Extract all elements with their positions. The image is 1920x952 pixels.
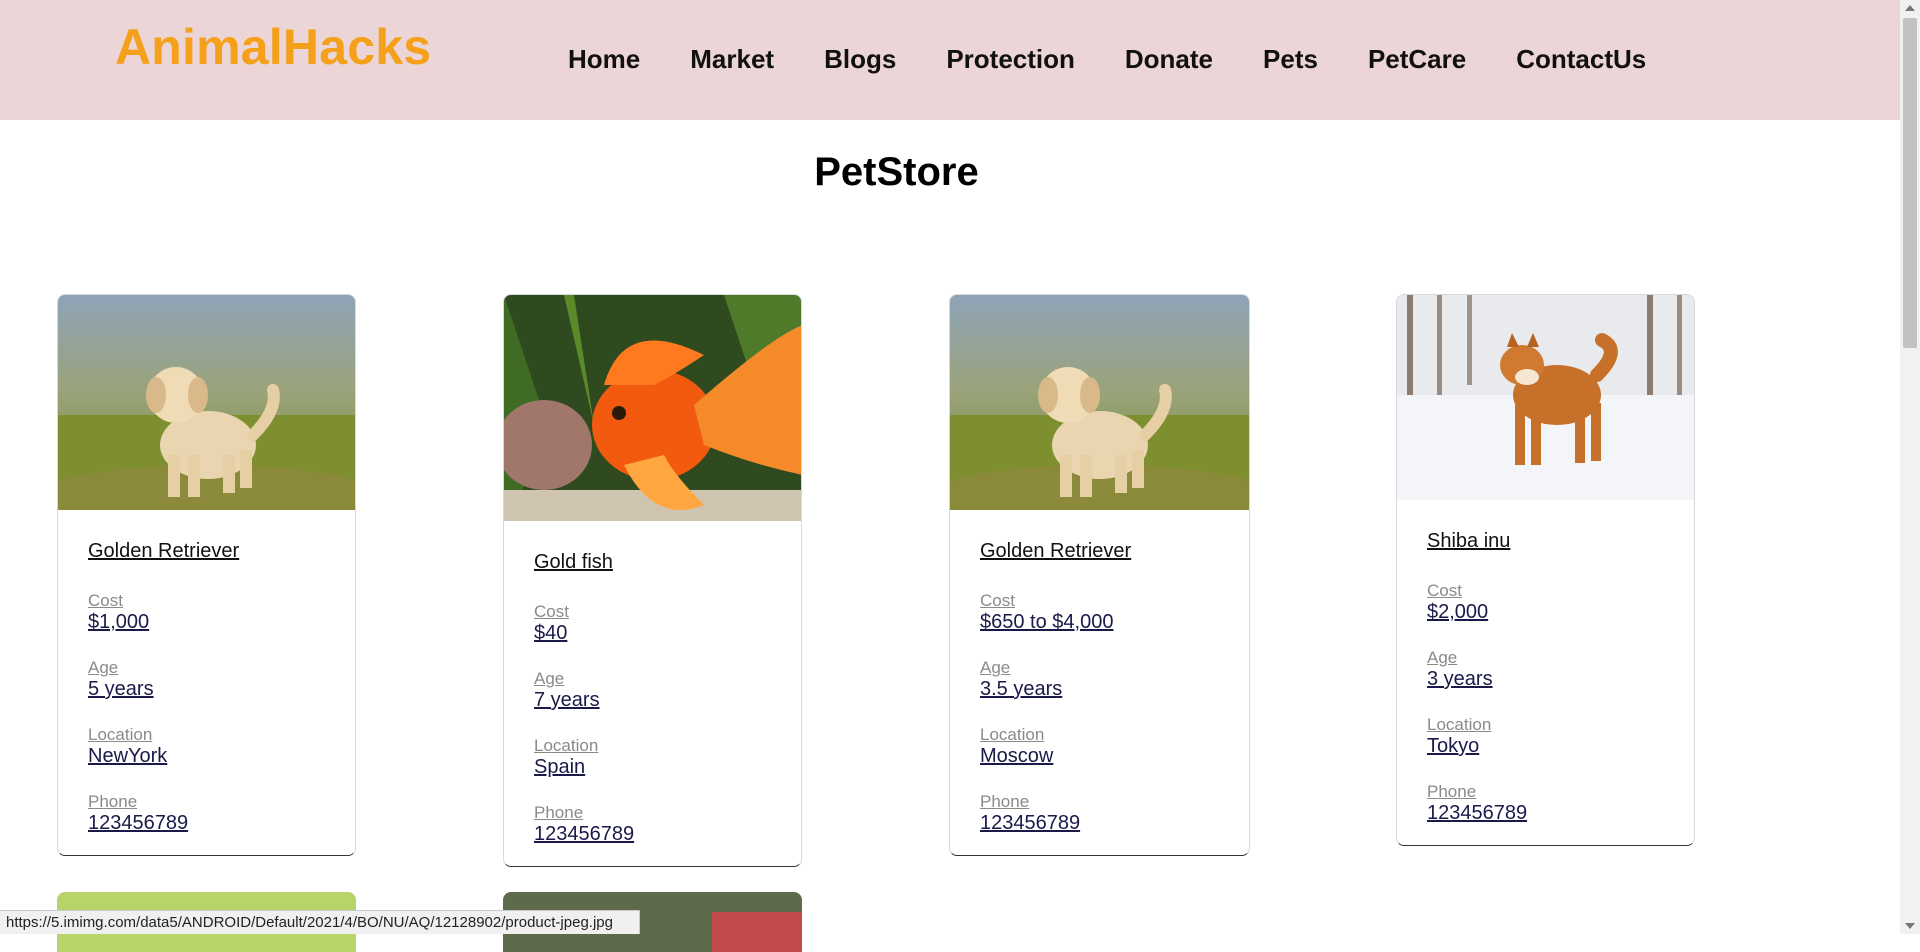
top-navbar: AnimalHacks Home Market Blogs Protection… <box>0 0 1900 120</box>
nav-market[interactable]: Market <box>690 44 774 75</box>
golden-retriever-image[interactable] <box>950 295 1249 510</box>
age-value[interactable]: 5 years <box>88 678 325 701</box>
goldfish-image[interactable] <box>504 295 801 521</box>
pet-name[interactable]: Gold fish <box>534 551 771 574</box>
age-label: Age <box>534 669 565 688</box>
pet-card[interactable]: Shiba inu Cost $2,000 Age 3 years Locati… <box>1396 294 1695 846</box>
pet-name[interactable]: Golden Retriever <box>88 540 325 563</box>
cost-label: Cost <box>980 591 1015 610</box>
location-label: Location <box>88 725 153 744</box>
age-value[interactable]: 3.5 years <box>980 678 1219 701</box>
age-value[interactable]: 3 years <box>1427 668 1664 691</box>
phone-value[interactable]: 123456789 <box>980 812 1219 835</box>
location-value[interactable]: NewYork <box>88 745 325 768</box>
pet-image-partial <box>712 912 802 952</box>
pet-card[interactable]: Gold fish Cost $40 Age 7 years Location … <box>503 294 802 867</box>
cost-label: Cost <box>88 591 123 610</box>
cost-value[interactable]: $40 <box>534 622 771 645</box>
cost-value[interactable]: $2,000 <box>1427 601 1664 624</box>
cost-label: Cost <box>1427 581 1462 600</box>
phone-label: Phone <box>1427 782 1477 801</box>
pet-card[interactable]: Golden Retriever Cost $1,000 Age 5 years… <box>57 294 356 856</box>
phone-value[interactable]: 123456789 <box>534 823 771 846</box>
pet-name[interactable]: Shiba inu <box>1427 530 1664 553</box>
phone-label: Phone <box>980 792 1030 811</box>
phone-value[interactable]: 123456789 <box>88 812 325 835</box>
age-label: Age <box>1427 648 1458 667</box>
pet-card[interactable]: Golden Retriever Cost $650 to $4,000 Age… <box>949 294 1250 856</box>
main-nav: Home Market Blogs Protection Donate Pets… <box>568 44 1646 75</box>
phone-label: Phone <box>88 792 138 811</box>
nav-blogs[interactable]: Blogs <box>824 44 896 75</box>
nav-pets[interactable]: Pets <box>1263 44 1318 75</box>
location-value[interactable]: Spain <box>534 756 771 779</box>
cost-value[interactable]: $1,000 <box>88 611 325 634</box>
phone-value[interactable]: 123456789 <box>1427 802 1664 825</box>
nav-petcare[interactable]: PetCare <box>1368 44 1466 75</box>
scroll-down-arrow-icon[interactable] <box>1905 923 1915 929</box>
page-title: PetStore <box>814 150 979 194</box>
pet-name[interactable]: Golden Retriever <box>980 540 1219 563</box>
nav-protection[interactable]: Protection <box>946 44 1075 75</box>
location-label: Location <box>980 725 1045 744</box>
golden-retriever-image[interactable] <box>58 295 355 510</box>
scroll-thumb[interactable] <box>1903 18 1917 348</box>
location-label: Location <box>1427 715 1492 734</box>
scroll-up-arrow-icon[interactable] <box>1905 5 1915 11</box>
nav-home[interactable]: Home <box>568 44 640 75</box>
phone-label: Phone <box>534 803 584 822</box>
location-label: Location <box>534 736 599 755</box>
cost-value[interactable]: $650 to $4,000 <box>980 611 1219 634</box>
status-bar-url: https://5.imimg.com/data5/ANDROID/Defaul… <box>0 910 640 934</box>
age-value[interactable]: 7 years <box>534 689 771 712</box>
age-label: Age <box>980 658 1011 677</box>
age-label: Age <box>88 658 119 677</box>
shiba-inu-image[interactable] <box>1397 295 1694 500</box>
brand-logo[interactable]: AnimalHacks <box>115 18 431 76</box>
location-value[interactable]: Moscow <box>980 745 1219 768</box>
cost-label: Cost <box>534 602 569 621</box>
nav-contactus[interactable]: ContactUs <box>1516 44 1646 75</box>
vertical-scrollbar[interactable] <box>1900 0 1920 934</box>
nav-donate[interactable]: Donate <box>1125 44 1213 75</box>
location-value[interactable]: Tokyo <box>1427 735 1664 758</box>
